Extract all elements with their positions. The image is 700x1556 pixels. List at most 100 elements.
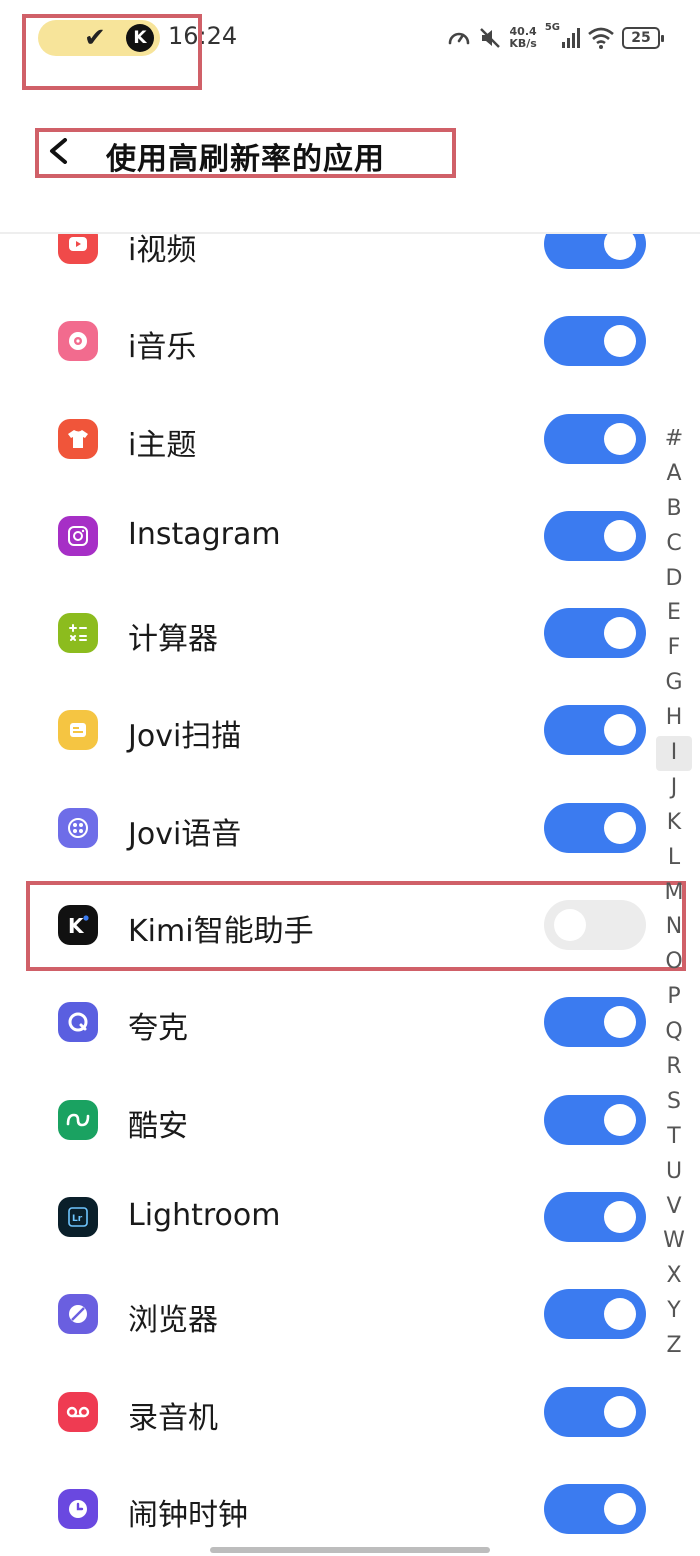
list-item: Jovi扫描 — [0, 681, 660, 778]
calculator-icon — [58, 613, 98, 654]
mute-icon — [480, 28, 501, 48]
refresh-rate-toggle[interactable] — [544, 1191, 646, 1242]
index-letter[interactable]: P — [656, 980, 692, 1015]
index-letter[interactable]: R — [656, 1050, 692, 1085]
app-name: i主题 — [128, 427, 197, 463]
index-letter[interactable]: U — [656, 1155, 692, 1190]
index-letter[interactable]: V — [656, 1190, 692, 1225]
coolapk-icon — [58, 1099, 98, 1140]
clock-icon — [58, 1488, 98, 1529]
app-name: 酷安 — [128, 1108, 188, 1144]
video-play-icon — [58, 234, 98, 264]
app-name: 计算器 — [128, 622, 218, 658]
toggle-knob — [604, 1492, 636, 1525]
list-item: i主题 — [0, 390, 660, 487]
refresh-rate-toggle[interactable] — [544, 413, 646, 464]
index-letter[interactable]: H — [656, 701, 692, 736]
app-name: Lightroom — [128, 1197, 281, 1233]
app-name: i视频 — [128, 234, 197, 268]
list-item: 酷安 — [0, 1071, 660, 1168]
list-item: 夸克 — [0, 973, 660, 1070]
index-letter[interactable]: N — [656, 910, 692, 945]
lightroom-icon: Lr — [58, 1196, 98, 1237]
app-name: 录音机 — [128, 1400, 218, 1436]
index-letter[interactable]: L — [656, 841, 692, 876]
index-letter[interactable]: D — [656, 562, 692, 597]
index-letter[interactable]: C — [656, 527, 692, 562]
toggle-knob — [604, 234, 636, 260]
toggle-knob — [604, 519, 636, 552]
signal-icon — [562, 28, 580, 48]
refresh-rate-toggle[interactable] — [544, 234, 646, 269]
index-letter[interactable]: Q — [656, 1015, 692, 1050]
wifi-icon — [588, 27, 614, 49]
index-letter[interactable]: Y — [656, 1294, 692, 1329]
list-item: i音乐 — [0, 292, 660, 389]
index-letter[interactable]: W — [656, 1224, 692, 1259]
index-letter[interactable]: # — [656, 422, 692, 457]
toggle-knob — [604, 1006, 636, 1039]
index-letter[interactable]: B — [656, 492, 692, 527]
toggle-knob — [604, 1200, 636, 1233]
list-item: Instagram — [0, 487, 660, 584]
list-item: 计算器 — [0, 584, 660, 681]
battery-icon: 25 — [622, 27, 664, 49]
toggle-knob — [604, 422, 636, 455]
annotation-box-status — [22, 14, 202, 90]
toggle-knob — [604, 1103, 636, 1136]
app-name: 浏览器 — [128, 1303, 218, 1339]
toggle-knob — [604, 617, 636, 650]
browser-icon — [58, 1294, 98, 1335]
network-type: 5G — [544, 22, 560, 33]
refresh-rate-toggle[interactable] — [544, 1289, 646, 1340]
refresh-rate-toggle[interactable] — [544, 705, 646, 756]
index-letter[interactable]: K — [656, 806, 692, 841]
refresh-rate-toggle[interactable] — [544, 802, 646, 853]
refresh-rate-toggle[interactable] — [544, 316, 646, 367]
index-letter[interactable]: G — [656, 666, 692, 701]
index-letter[interactable]: Z — [656, 1329, 692, 1364]
alphabet-index[interactable]: # A B C D E F G H I J K L M N O P Q R S T U V W X Y Z — [656, 422, 692, 1364]
refresh-rate-toggle[interactable] — [544, 608, 646, 659]
toggle-knob — [604, 1395, 636, 1428]
index-letter[interactable]: M — [656, 876, 692, 911]
list-item: 闹钟时钟 — [0, 1460, 660, 1556]
refresh-rate-toggle[interactable] — [544, 997, 646, 1048]
refresh-rate-toggle[interactable] — [544, 1483, 646, 1534]
index-letter[interactable]: I — [656, 736, 692, 771]
list-item: i视频 — [0, 234, 660, 292]
refresh-rate-toggle[interactable] — [544, 510, 646, 561]
voice-assistant-icon — [58, 807, 98, 848]
annotation-box-header — [35, 128, 456, 178]
index-letter[interactable]: F — [656, 631, 692, 666]
svg-text:Lr: Lr — [72, 1214, 83, 1224]
app-name: 闹钟时钟 — [128, 1497, 248, 1533]
index-letter[interactable]: J — [656, 771, 692, 806]
index-letter[interactable]: A — [656, 457, 692, 492]
index-letter[interactable]: O — [656, 945, 692, 980]
list-item: Lr Lightroom — [0, 1168, 660, 1265]
status-icons: 40.4 KB/s 5G 25 — [447, 22, 664, 54]
list-item: 录音机 — [0, 1363, 660, 1460]
scan-icon — [58, 710, 98, 751]
index-letter[interactable]: S — [656, 1085, 692, 1120]
index-letter[interactable]: E — [656, 596, 692, 631]
annotation-box-kimi — [26, 881, 686, 971]
music-disc-icon — [58, 321, 98, 362]
toggle-knob — [604, 811, 636, 844]
app-name: Instagram — [128, 516, 281, 552]
toggle-knob — [604, 714, 636, 747]
home-indicator[interactable] — [210, 1547, 490, 1553]
refresh-rate-toggle[interactable] — [544, 1386, 646, 1437]
index-letter[interactable]: X — [656, 1259, 692, 1294]
toggle-knob — [604, 1298, 636, 1331]
list-item: Jovi语音 — [0, 779, 660, 876]
app-name: Jovi扫描 — [128, 719, 242, 755]
refresh-rate-toggle[interactable] — [544, 1094, 646, 1145]
tshirt-icon — [58, 418, 98, 459]
quark-icon — [58, 1002, 98, 1043]
toggle-knob — [604, 325, 636, 358]
index-letter[interactable]: T — [656, 1120, 692, 1155]
net-speed-unit: KB/s — [509, 37, 537, 50]
speedometer-icon — [449, 32, 470, 45]
